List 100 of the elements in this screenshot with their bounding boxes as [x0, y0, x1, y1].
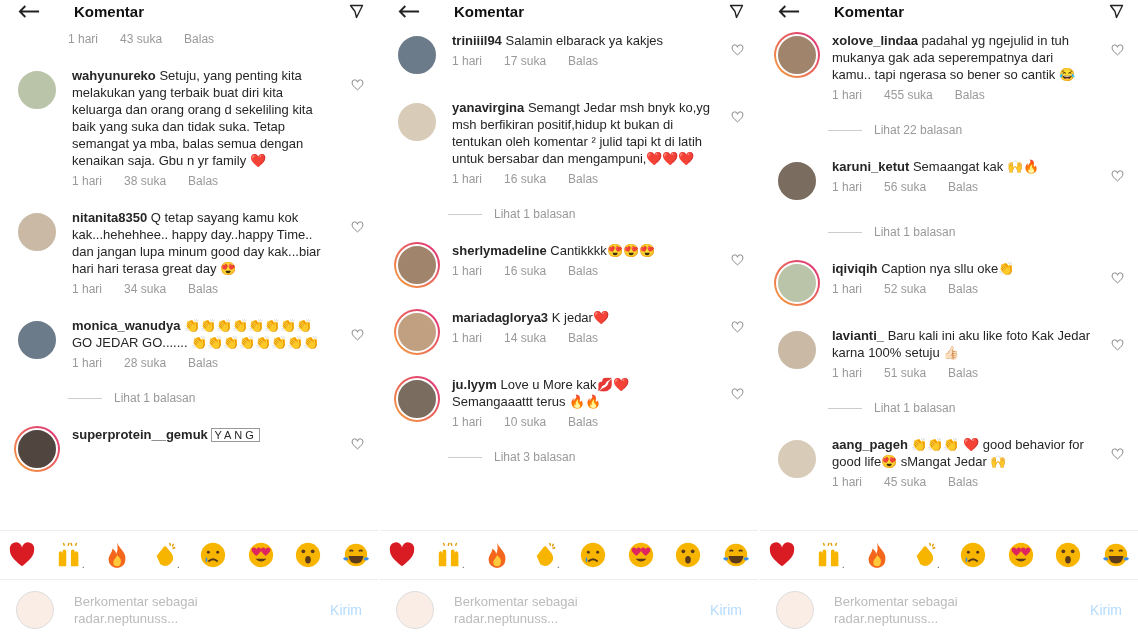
like-heart-icon[interactable]: [731, 44, 744, 56]
like-heart-icon[interactable]: [731, 254, 744, 266]
tears-of-joy-emoji-icon[interactable]: [1101, 541, 1130, 569]
heart-emoji-icon[interactable]: [768, 541, 796, 569]
crying-face-emoji-icon[interactable]: [578, 541, 607, 569]
reply-link[interactable]: Balas: [948, 282, 979, 296]
view-replies-link[interactable]: Lihat 3 balasan: [494, 450, 576, 464]
avatar-photo-placeholder[interactable]: [394, 376, 440, 422]
comment-text: yanavirgina Semangt Jedar msh bnyk ko,yg msh berfikiran positif,hidup kt bukan di tentukan oleh komentar ² julid tapi kt di latih untuk bersabar dan mengampuni,❤❤❤: [452, 99, 710, 167]
like-heart-icon[interactable]: [351, 329, 364, 341]
comment-text: ju.lyym Love u More kak💋❤ Semangaaattt terus 🔥🔥: [452, 376, 630, 410]
comment-input-field[interactable]: Berkomentar sebagai radar.neptunuss...: [834, 593, 984, 627]
comment-time: 1 hari: [832, 366, 863, 380]
like-count[interactable]: 52 suka: [884, 282, 927, 296]
like-count[interactable]: 38 suka: [124, 174, 167, 188]
like-count[interactable]: 455 suka: [884, 88, 933, 102]
comment-time: 1 hari: [72, 174, 103, 188]
heart-emoji-icon[interactable]: [388, 541, 416, 569]
view-replies-link[interactable]: Lihat 22 balasan: [874, 123, 963, 137]
send-icon[interactable]: [349, 3, 364, 19]
view-replies-link[interactable]: Lihat 1 balasan: [874, 401, 956, 415]
like-count[interactable]: 14 suka: [504, 331, 547, 345]
send-icon[interactable]: [729, 3, 744, 19]
comment-text: sherlymadeline Cantikkkk😍😍😍: [452, 242, 656, 259]
comment-time: 1 hari: [452, 331, 483, 345]
like-heart-icon[interactable]: [351, 79, 364, 91]
reply-link[interactable]: Balas: [948, 475, 979, 489]
comment-text: aang_pageh 👏👏👏 ❤ good behavior for good life😍 sMangat Jedar 🙌: [832, 436, 1085, 470]
screen-title: Komentar: [454, 2, 525, 20]
reply-link[interactable]: Balas: [188, 356, 219, 370]
view-replies-link[interactable]: Lihat 1 balasan: [114, 391, 196, 405]
comment-input-field[interactable]: Berkomentar sebagai radar.neptunuss...: [454, 593, 604, 627]
like-count[interactable]: 17 suka: [504, 54, 547, 68]
reply-link[interactable]: Balas: [568, 172, 599, 186]
comment-time: 1 hari: [452, 264, 483, 278]
send-icon[interactable]: [1109, 3, 1124, 19]
reply-link[interactable]: Balas: [568, 54, 599, 68]
comment-time: 1 hari: [68, 32, 99, 46]
like-heart-icon[interactable]: [351, 438, 364, 450]
comment-text: monica_wanudya 👏👏👏👏👏👏👏👏 GO JEDAR GO....... 👏👏👏👏👏👏👏👏: [72, 317, 321, 351]
comment-text: superprotein__gemuk YANG: [72, 426, 330, 444]
like-count[interactable]: 34 suka: [124, 282, 167, 296]
back-arrow-icon[interactable]: [398, 4, 420, 18]
screen-title: Komentar: [74, 2, 145, 20]
like-count[interactable]: 56 suka: [884, 180, 927, 194]
surprised-face-emoji-icon[interactable]: [294, 541, 323, 569]
comment-text: nitanita8350 Q tetap sayang kamu kok kak...hehehhee.. happy day..happy Time.. dan jangan lupa minum good day kak...biar hari hari terasa great day 😍: [72, 209, 322, 277]
like-count[interactable]: 51 suka: [884, 366, 927, 380]
reply-link[interactable]: Balas: [188, 174, 219, 188]
like-heart-icon[interactable]: [1111, 339, 1124, 351]
comment-time: 1 hari: [832, 88, 863, 102]
reply-link[interactable]: Balas: [948, 366, 979, 380]
user-avatar: [16, 591, 54, 629]
screen-title: Komentar: [834, 2, 905, 20]
surprised-face-emoji-icon[interactable]: [674, 541, 703, 569]
avatar-photo-placeholder[interactable]: [14, 426, 60, 472]
comment-text: xolove_lindaa padahal yg ngejulid in tuh mukanya gak ada seperempatnya dari kamu.. tapi ngerasa so bener so cantik 😂: [832, 32, 1076, 83]
like-count[interactable]: 16 suka: [504, 172, 547, 186]
comment-time: 1 hari: [72, 282, 103, 296]
comment-time: 1 hari: [452, 54, 483, 68]
reply-link[interactable]: Balas: [948, 180, 979, 194]
tears-of-joy-emoji-icon[interactable]: [341, 541, 370, 569]
reply-link[interactable]: Balas: [568, 264, 599, 278]
like-count[interactable]: 28 suka: [124, 356, 167, 370]
back-arrow-icon[interactable]: [18, 4, 40, 18]
like-count[interactable]: 16 suka: [504, 264, 547, 278]
like-heart-icon[interactable]: [731, 321, 744, 333]
like-count[interactable]: 43 suka: [120, 32, 163, 46]
like-count[interactable]: 45 suka: [884, 475, 927, 489]
reply-link[interactable]: Balas: [568, 415, 599, 429]
view-replies-link[interactable]: Lihat 1 balasan: [874, 225, 956, 239]
back-arrow-icon[interactable]: [778, 4, 800, 18]
like-heart-icon[interactable]: [1111, 44, 1124, 56]
heart-eyes-emoji-icon[interactable]: [246, 541, 275, 569]
like-count[interactable]: 10 suka: [504, 415, 547, 429]
user-avatar: [776, 591, 814, 629]
reply-link[interactable]: Balas: [184, 32, 215, 46]
like-heart-icon[interactable]: [731, 388, 744, 400]
heart-eyes-emoji-icon[interactable]: [1006, 541, 1035, 569]
like-heart-icon[interactable]: [1111, 448, 1124, 460]
comment-text: wahyunureko Setuju, yang penting kita melakukan yang terbaik buat diri kita keluarga dan orang orang d sekeliling kita baik yang suka dan tidak suka. Tetap semangat ya mba, balas semua dengan kenaikan saja. Gbu n yr family ❤: [72, 67, 314, 169]
crying-face-emoji-icon[interactable]: [958, 541, 987, 569]
comment-text: mariadaglorya3 K jedar❤: [452, 309, 610, 326]
comment-input-field[interactable]: Berkomentar sebagai radar.neptunuss...: [74, 593, 224, 627]
like-heart-icon[interactable]: [731, 111, 744, 123]
comment-text: lavianti_ Baru kali ini aku like foto Kak Jedar karna 100% setuju 👍🏻: [832, 327, 1090, 361]
like-heart-icon[interactable]: [351, 221, 364, 233]
reply-link[interactable]: Balas: [188, 282, 219, 296]
like-heart-icon[interactable]: [1111, 272, 1124, 284]
reply-link[interactable]: Balas: [568, 331, 599, 345]
heart-eyes-emoji-icon[interactable]: [626, 541, 655, 569]
like-heart-icon[interactable]: [1111, 170, 1124, 182]
comment-time: 1 hari: [452, 415, 483, 429]
view-replies-link[interactable]: Lihat 1 balasan: [494, 207, 576, 221]
crying-face-emoji-icon[interactable]: [198, 541, 227, 569]
reply-link[interactable]: Balas: [954, 88, 985, 102]
surprised-face-emoji-icon[interactable]: [1054, 541, 1083, 569]
comment-text: triniiil94 Salamin elbarack ya kakjes: [452, 32, 664, 49]
heart-emoji-icon[interactable]: [8, 541, 36, 569]
tears-of-joy-emoji-icon[interactable]: [721, 541, 750, 569]
